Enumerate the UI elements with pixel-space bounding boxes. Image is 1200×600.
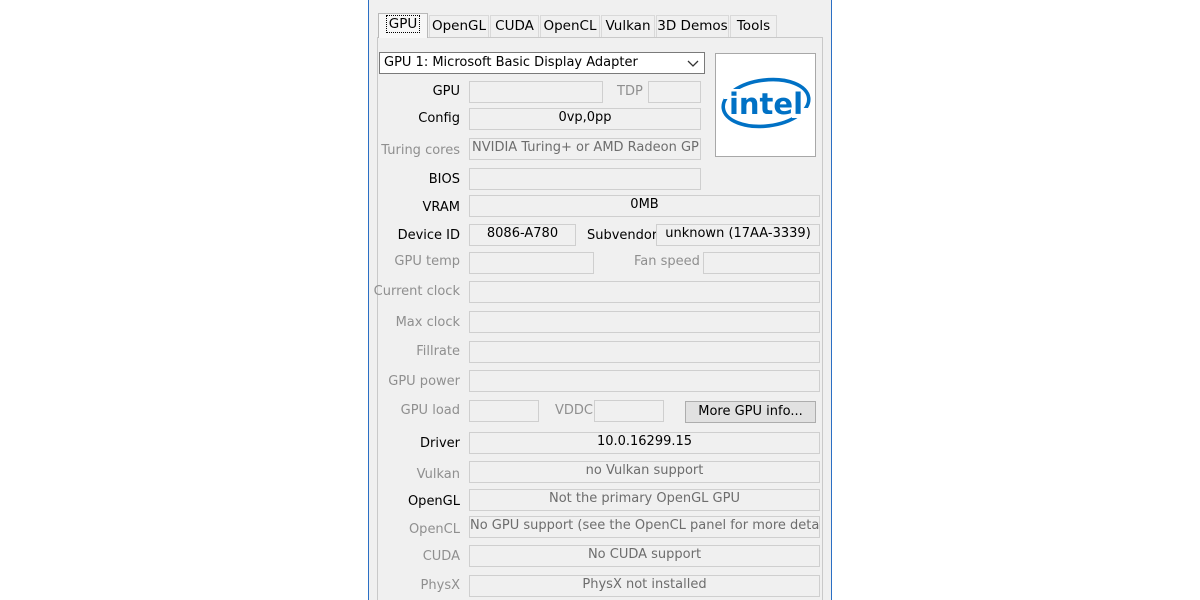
intel-logo: intel <box>721 77 811 129</box>
driver-label: Driver <box>419 436 460 451</box>
tab-opencl[interactable]: OpenCL <box>540 15 600 37</box>
vulkan-label: Vulkan <box>416 467 460 482</box>
opengl-field: Not the primary OpenGL GPU <box>469 489 820 511</box>
tdp-label: TDP <box>617 84 643 99</box>
gpu-power-field <box>469 370 820 392</box>
gpu-load-label: GPU load <box>400 403 460 418</box>
fillrate-label: Fillrate <box>416 344 460 359</box>
gpu-power-label: GPU power <box>388 374 460 389</box>
vddc-label: VDDC <box>555 403 593 418</box>
vendor-logo-box: intel <box>715 53 816 157</box>
device-id-field: 8086-A780 <box>469 224 576 246</box>
turing-cores-label: Turing cores <box>381 143 460 158</box>
chevron-down-icon <box>687 60 699 67</box>
max-clock-field <box>469 311 820 333</box>
physx-field: PhysX not installed <box>469 575 820 597</box>
opencl-field: No GPU support (see the OpenCL panel for… <box>469 516 820 538</box>
subvendor-label: Subvendor <box>587 228 658 243</box>
vram-label: VRAM <box>422 200 460 215</box>
cuda-label: CUDA <box>422 549 460 564</box>
opengl-label: OpenGL <box>407 494 460 509</box>
bios-field <box>469 168 701 190</box>
fillrate-field <box>469 341 820 363</box>
fan-speed-field <box>703 252 820 274</box>
tab-gpu[interactable]: GPU <box>378 13 428 38</box>
turing-cores-field: NVIDIA Turing+ or AMD Radeon GPUs only <box>469 138 701 160</box>
driver-field: 10.0.16299.15 <box>469 432 820 454</box>
tab-3d-demos[interactable]: 3D Demos <box>656 15 729 37</box>
gpu-temp-label: GPU temp <box>394 254 460 269</box>
vram-field: 0MB <box>469 195 820 217</box>
tdp-field <box>648 81 701 103</box>
bios-label: BIOS <box>428 172 460 187</box>
config-field: 0vp,0pp <box>469 108 701 130</box>
config-label: Config <box>418 111 460 126</box>
opencl-label: OpenCL <box>408 522 460 537</box>
gpu-shark-window: GPU OpenGL CUDA OpenCL Vulkan 3D Demos T… <box>368 0 832 600</box>
physx-label: PhysX <box>420 578 460 593</box>
vddc-field <box>594 400 664 422</box>
more-gpu-info-button[interactable]: More GPU info... <box>685 401 816 423</box>
current-clock-label: Current clock <box>373 284 460 299</box>
tab-vulkan[interactable]: Vulkan <box>601 15 655 37</box>
gpu-temp-field <box>469 252 594 274</box>
fan-speed-label: Fan speed <box>634 254 700 269</box>
gpu-load-field <box>469 400 539 422</box>
current-clock-field <box>469 281 820 303</box>
gpu-label: GPU <box>432 84 460 99</box>
tab-gpu-label: GPU <box>385 15 421 33</box>
intel-logo-text: intel <box>729 87 803 121</box>
gpu-name-field <box>469 81 603 103</box>
cuda-field: No CUDA support <box>469 545 820 567</box>
gpu-select-dropdown[interactable]: GPU 1: Microsoft Basic Display Adapter <box>379 52 705 74</box>
device-id-label: Device ID <box>397 228 460 243</box>
tab-opengl[interactable]: OpenGL <box>429 15 489 37</box>
max-clock-label: Max clock <box>395 315 460 330</box>
subvendor-field: unknown (17AA-3339) <box>656 224 820 246</box>
tab-tools[interactable]: Tools <box>730 15 777 37</box>
vulkan-field: no Vulkan support <box>469 461 820 483</box>
gpu-select-value: GPU 1: Microsoft Basic Display Adapter <box>384 55 638 70</box>
tab-cuda[interactable]: CUDA <box>490 15 539 37</box>
